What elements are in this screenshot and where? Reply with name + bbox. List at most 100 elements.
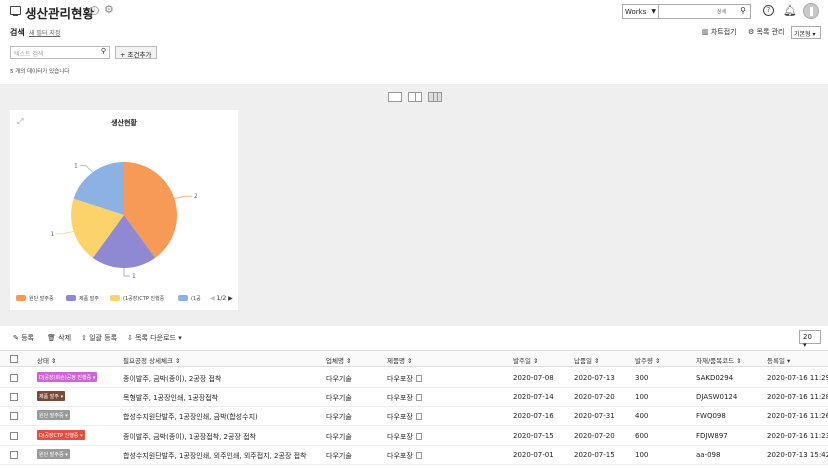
new-filter-link[interactable]: 새 필터 지정 [29,28,60,37]
download-button[interactable]: ⇩ 목록 다운로드 ▾ [127,333,182,343]
chevron-down-icon: ▾ [92,375,96,381]
upload-icon: ⇧ [81,334,90,342]
col-process[interactable]: 필요공정 상세체크 ⇕ [123,355,180,365]
table-row[interactable]: DJ공장(회손)공정 진행중 ▾ 종이발주, 금박(종이), 2공장 접착 다우기술… [0,368,828,388]
document-icon[interactable] [415,452,422,459]
help-icon[interactable]: ? [763,5,774,16]
select-all-checkbox[interactable] [10,355,18,363]
legend-item[interactable]: 원단 발주중 [16,295,54,302]
layout-one-column-button[interactable] [388,92,402,102]
legend-swatch [16,295,26,301]
row-checkbox[interactable] [10,374,18,382]
works-select[interactable]: Works ▼ [622,4,659,19]
status-badge[interactable]: DJ공장CTP 진행중 ▾ [37,430,85,440]
legend-label: 제품 발주 [79,296,99,302]
product-cell[interactable]: 다우포장 [387,412,422,422]
table-row[interactable]: 원단 발주중 ▾ 합성수지원단발주, 1공장인쇄, 외주인쇄, 외주접지, 2공장… [0,445,828,465]
trash-icon: 🗑︎ [47,334,59,342]
company-cell: 다우기술 [326,375,352,383]
sort-icon: ⇕ [533,357,539,365]
company-cell: 다우기술 [326,394,352,402]
register-button[interactable]: ✎ 등록 [13,333,34,343]
table-row[interactable]: 제품 발주 ▾ 목형발주, 1공장인쇄, 1공장접착 다우기술 다우포장 2020-07… [0,387,828,407]
chevron-down-icon: ▾ [65,413,68,419]
status-label: DJ공장CTP 진행중 [39,433,79,439]
table-row[interactable]: DJ공장CTP 진행중 ▾ 종이발주, 금박(종이), 1공장접착, 2공장 접착… [0,426,828,446]
search-icon[interactable]: ⚲ [101,47,106,55]
delete-button[interactable]: 🗑︎ 삭제 [47,333,71,343]
product-cell[interactable]: 다우포장 [387,393,422,403]
col-status[interactable]: 상태 ⇕ [37,355,57,365]
list-manage-label: 목록 관리 [756,28,785,36]
process-cell: 종이발주, 금박(종이), 1공장접착, 2공장 접착 [123,433,256,441]
bulk-register-button[interactable]: ⇧ 일괄 등록 [81,333,117,343]
product-cell[interactable]: 다우포장 [387,432,422,442]
global-search-input[interactable]: 상세 ⚲ [659,4,751,19]
row-checkbox[interactable] [10,393,18,401]
document-icon[interactable] [415,375,422,382]
sort-icon: ⇕ [594,357,600,365]
reg-date-cell: 2020-07-13 15:42 [767,451,828,459]
status-badge[interactable]: DJ공장(회손)공정 진행중 ▾ [37,372,98,382]
legend-prev-icon[interactable]: ◀ [210,295,215,302]
list-manage-button[interactable]: ⚙ 목록 관리 [748,27,785,37]
page-size-select[interactable]: 20 ▾ [799,330,821,349]
layout-two-column-button[interactable] [408,92,422,102]
page-size-label: 20 [803,333,812,341]
gear-icon[interactable]: ⚙ [104,4,114,16]
layout-three-column-button[interactable] [428,92,442,102]
col-delivery-date[interactable]: 납품일 ⇕ [574,355,599,365]
legend-item[interactable]: (1공장)CTP 진행중 [110,295,164,302]
row-checkbox[interactable] [10,451,18,459]
col-quantity[interactable]: 발주량 ⇕ [635,355,660,365]
text-search-placeholder: 텍스트 검색 [14,51,44,58]
pie-data-label: 1 [74,163,78,170]
chevron-down-icon: ▾ [803,341,807,349]
legend-next-icon[interactable]: ▶ [228,295,233,302]
product-cell[interactable]: 다우포장 [387,374,422,384]
bell-icon[interactable]: 🔔︎ [783,4,797,17]
delivery-date-cell: 2020-07-15 [574,451,615,459]
search-scope[interactable]: 상세 [717,8,726,15]
status-label: DJ공장(회손)공정 진행중 [39,375,92,381]
legend-item[interactable]: (1공 [178,295,201,302]
col-product[interactable]: 제품명 ⇕ [387,355,412,365]
legend-pager[interactable]: ◀ 1/2 ▶ [210,295,233,302]
col-company[interactable]: 업체명 ⇕ [326,355,351,365]
product-label: 다우포장 [387,452,413,460]
document-icon[interactable] [415,413,422,420]
document-icon[interactable] [415,394,422,401]
info-icon[interactable]: i [90,6,99,15]
code-cell: DJASW0124 [696,393,738,401]
legend-swatch [110,295,120,301]
status-badge[interactable]: 원단 발주중 ▾ [37,410,70,420]
chart-toggle-button[interactable]: ▥ 차트접기 [702,27,737,37]
col-reg-date[interactable]: 등록일 ▾ [767,355,790,365]
text-search-input[interactable]: 텍스트 검색 ⚲ [10,46,110,59]
row-checkbox[interactable] [10,432,18,440]
avatar[interactable] [803,3,819,19]
add-condition-button[interactable]: + 조건추가 [115,46,157,59]
code-cell: FDJW897 [696,432,728,440]
product-label: 다우포장 [387,433,413,441]
legend-item[interactable]: 제품 발주 [66,295,99,302]
search-icon[interactable]: ⚲ [740,6,746,15]
col-code[interactable]: 자재/품목코드 ⇕ [696,355,742,365]
col-order-date[interactable]: 발주일 ⇕ [513,355,538,365]
delivery-date-cell: 2020-07-31 [574,412,615,420]
delivery-date-cell: 2020-07-13 [574,374,615,382]
status-badge[interactable]: 제품 발주 ▾ [37,391,66,401]
reg-date-cell: 2020-07-16 11:29 [767,374,828,382]
document-icon[interactable] [415,433,422,440]
download-icon: ⇩ [127,334,136,342]
table-row[interactable]: 원단 발주중 ▾ 합성수지원단발주, 1공장인쇄, 금박(합성수지) 다우기술 다우포… [0,406,828,426]
view-select[interactable]: 기본형 ▾ [791,26,821,39]
legend-swatch [66,295,76,301]
row-checkbox[interactable] [10,412,18,420]
process-cell: 종이발주, 금박(종이), 2공장 접착 [123,375,222,383]
top-bar: 생산관리현황 i ⚙ Works ▼ 상세 ⚲ ? 🔔︎ [0,0,828,24]
status-badge[interactable]: 원단 발주중 ▾ [37,449,70,459]
sort-icon: ⇕ [174,357,181,365]
col-label: 제품명 [387,357,405,365]
product-cell[interactable]: 다우포장 [387,451,422,461]
